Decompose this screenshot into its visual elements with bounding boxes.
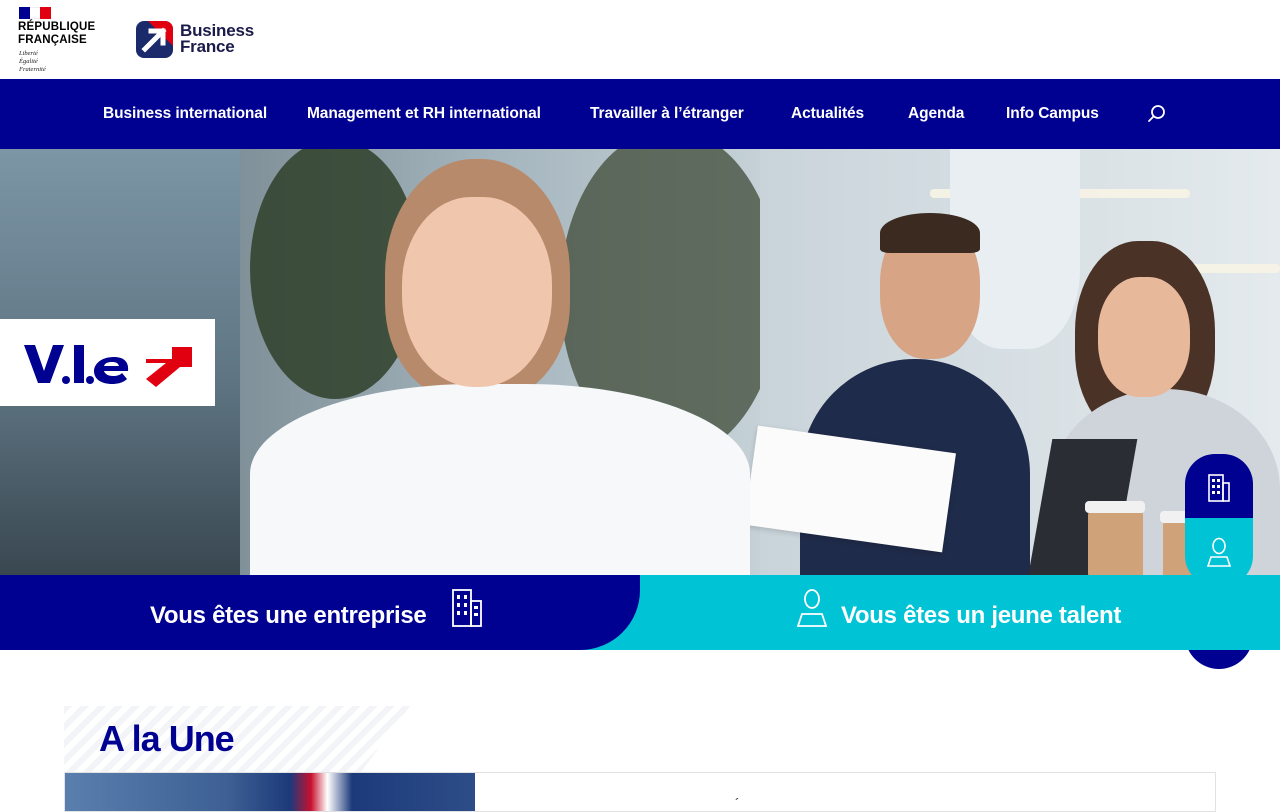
news-card[interactable]: ´ bbox=[64, 772, 1216, 812]
nav-item-agenda[interactable]: Agenda bbox=[908, 105, 964, 123]
main-navigation: Business international Management et RH … bbox=[0, 79, 1280, 149]
cta-company-label[interactable]: Vous êtes une entreprise bbox=[150, 602, 427, 630]
vie-badge[interactable] bbox=[0, 319, 215, 406]
building-icon bbox=[1208, 474, 1230, 502]
section-title-a-la-une: A la Une bbox=[99, 718, 235, 759]
person-icon bbox=[796, 589, 828, 627]
news-card-image[interactable] bbox=[65, 773, 475, 811]
nav-item-travailler-etranger[interactable]: Travailler à l’étranger bbox=[590, 105, 744, 123]
side-button-company[interactable] bbox=[1185, 454, 1253, 522]
nav-item-management-rh[interactable]: Management et RH international bbox=[307, 105, 541, 123]
hero-coffee-cup bbox=[1088, 511, 1143, 575]
french-flag-icon bbox=[19, 7, 52, 19]
hero-woman-shirt bbox=[250, 384, 750, 575]
nav-item-info-campus[interactable]: Info Campus bbox=[1006, 105, 1099, 123]
rf-title: RÉPUBLIQUE FRANÇAISE bbox=[18, 21, 96, 46]
building-icon bbox=[452, 589, 482, 627]
nav-item-business-international[interactable]: Business international bbox=[103, 105, 267, 123]
hero-man-hair bbox=[880, 213, 980, 253]
person-icon bbox=[1206, 537, 1232, 567]
news-card-text-fragment: ´ bbox=[735, 795, 740, 811]
vie-logo bbox=[24, 345, 192, 387]
cta-talent-label[interactable]: Vous êtes un jeune talent bbox=[841, 602, 1121, 630]
hero-woman-face bbox=[402, 197, 552, 387]
search-icon[interactable] bbox=[1147, 104, 1167, 124]
business-france-mark-icon bbox=[136, 21, 173, 58]
rf-motto: Liberté Égalité Fraternité bbox=[19, 50, 46, 73]
business-france-logo[interactable]: Business France bbox=[136, 21, 266, 61]
site-header: RÉPUBLIQUE FRANÇAISE Liberté Égalité Fra… bbox=[0, 0, 1280, 79]
nav-item-actualites[interactable]: Actualités bbox=[791, 105, 864, 123]
hero-ceiling-light bbox=[1190, 264, 1280, 273]
business-france-wordmark: Business France bbox=[180, 21, 254, 56]
hero-coffee-lid bbox=[1085, 501, 1145, 513]
hero-colleague-face bbox=[1098, 277, 1190, 397]
republique-francaise-logo[interactable]: RÉPUBLIQUE FRANÇAISE Liberté Égalité Fra… bbox=[18, 6, 98, 76]
